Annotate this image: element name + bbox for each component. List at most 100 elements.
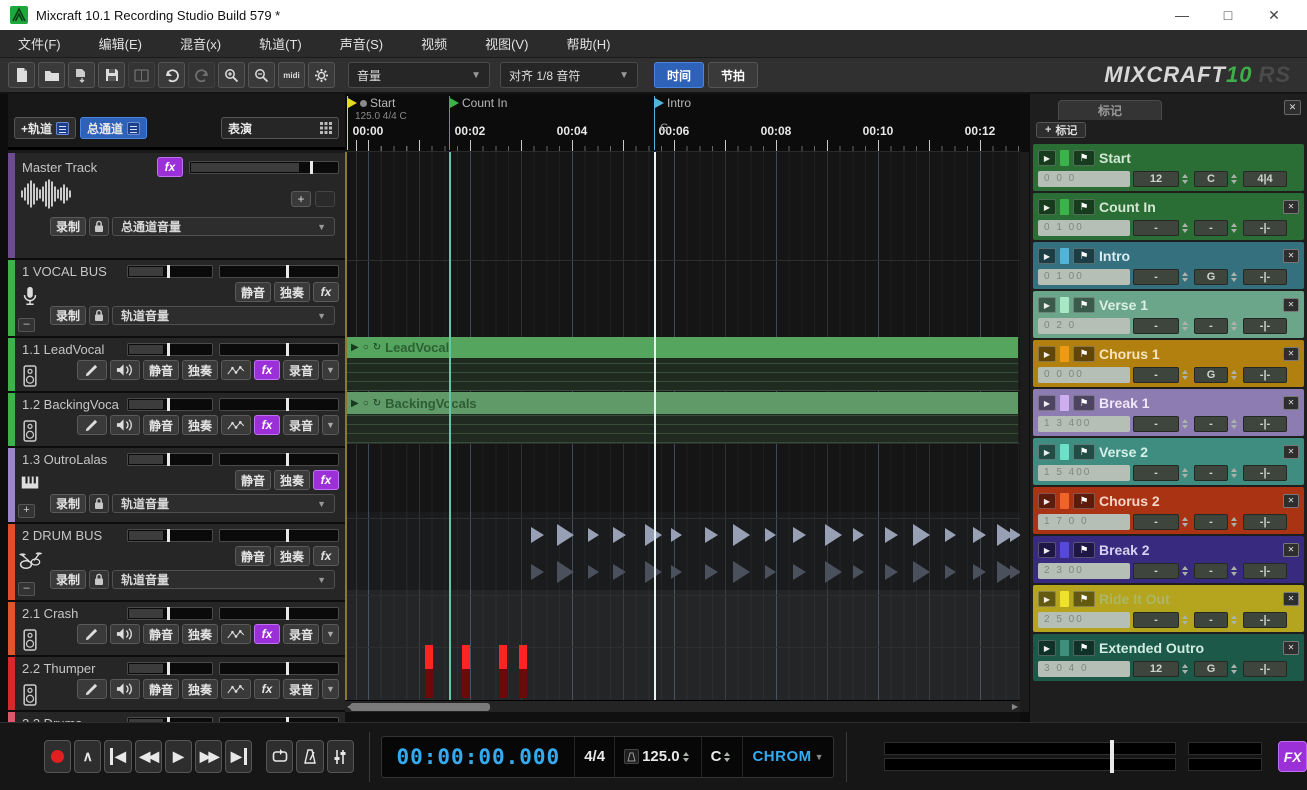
marker-tempo-value[interactable]: - (1133, 416, 1179, 432)
lock-button[interactable] (89, 494, 109, 513)
marker-card-intro[interactable]: ▶⚑Intro✕0 1 00-G-|- (1033, 242, 1304, 289)
key-spinner[interactable] (724, 752, 733, 762)
marker-play-button[interactable]: ▶ (1038, 346, 1056, 362)
marker-signature-value[interactable]: -|- (1243, 514, 1287, 530)
solo-button[interactable]: 独奏 (274, 470, 310, 490)
new-project-button[interactable] (8, 62, 35, 88)
master-fx-button[interactable]: fx (157, 157, 183, 177)
marker-play-button[interactable]: ▶ (1038, 591, 1056, 607)
menu-item-4[interactable]: 声音(S) (340, 34, 383, 53)
marker-time-field[interactable]: 0 0 0 (1038, 171, 1130, 187)
marker-key-spinner[interactable] (1231, 223, 1240, 233)
fx-button[interactable]: fx (313, 282, 339, 302)
track-volume-slider[interactable] (127, 343, 213, 356)
time-display[interactable]: 00:00:00.000 (382, 745, 574, 769)
menu-item-1[interactable]: 编辑(E) (99, 34, 142, 53)
marker-key-spinner[interactable] (1231, 468, 1240, 478)
marker-key-value[interactable]: - (1194, 318, 1228, 334)
menu-item-0[interactable]: 文件(F) (18, 34, 61, 53)
record-button[interactable] (44, 740, 71, 773)
track-thumper[interactable]: 2.2 Thumper静音独奏fx录音▼ (8, 657, 345, 710)
marker-delete-button[interactable]: ✕ (1283, 347, 1299, 361)
menu-item-2[interactable]: 混音(x) (180, 34, 221, 53)
marker-flag-button[interactable]: ⚑ (1073, 297, 1095, 313)
scroll-right-arrow[interactable]: ▶ (1010, 701, 1020, 713)
bus-volume-slider[interactable] (127, 529, 213, 542)
slider-thumb[interactable] (310, 161, 313, 174)
track-volume-slider[interactable] (127, 398, 213, 411)
marker-tempo-value[interactable]: - (1133, 612, 1179, 628)
fx-button[interactable]: fx (254, 360, 280, 380)
monitor-button[interactable] (110, 624, 140, 644)
marker-play-button[interactable]: ▶ (1038, 150, 1056, 166)
fx-button[interactable]: fx (254, 679, 280, 699)
marker-tempo-spinner[interactable] (1182, 272, 1191, 282)
marker-tempo-spinner[interactable] (1182, 664, 1191, 674)
mute-button[interactable]: 静音 (143, 679, 179, 699)
ruler-marker-intro[interactable]: Intro (655, 96, 691, 110)
marker-signature-value[interactable]: -|- (1243, 220, 1287, 236)
marker-card-chorus-2[interactable]: ▶⚑Chorus 2✕1 7 0 0---|- (1033, 487, 1304, 534)
slider-thumb[interactable] (286, 343, 289, 356)
mute-button[interactable]: 静音 (235, 546, 271, 566)
markers-panel-close-button[interactable]: ✕ (1284, 100, 1301, 115)
marker-time-field[interactable]: 0 2 0 (1038, 318, 1130, 334)
record-enable-button[interactable]: 录制 (50, 494, 86, 513)
marker-key-spinner[interactable] (1231, 419, 1240, 429)
marker-time-field[interactable]: 0 1 00 (1038, 220, 1130, 236)
marker-play-button[interactable]: ▶ (1038, 444, 1056, 460)
marker-key-spinner[interactable] (1231, 321, 1240, 331)
monitor-button[interactable] (110, 360, 140, 380)
marker-color-swatch[interactable] (1060, 346, 1069, 362)
slider-thumb[interactable] (286, 398, 289, 411)
marker-play-button[interactable]: ▶ (1038, 493, 1056, 509)
marker-tempo-value[interactable]: 12 (1133, 661, 1179, 677)
solo-button[interactable]: 独奏 (182, 679, 218, 699)
marker-key-value[interactable]: G (1194, 367, 1228, 383)
beat-mode-button[interactable]: 节拍 (708, 62, 758, 88)
marker-card-count-in[interactable]: ▶⚑Count In✕0 1 00---|- (1033, 193, 1304, 240)
track-crash[interactable]: 2.1 Crash静音独奏fx录音▼ (8, 602, 345, 655)
mute-button[interactable]: 静音 (143, 360, 179, 380)
time-signature[interactable]: 4/4 (574, 737, 614, 777)
marker-key-value[interactable]: C (1194, 171, 1228, 187)
marker-tempo-spinner[interactable] (1182, 615, 1191, 625)
marker-key-value[interactable]: - (1194, 563, 1228, 579)
import-button[interactable] (68, 62, 95, 88)
perform-button[interactable]: 表演 (221, 117, 339, 139)
arm-options-caret[interactable]: ▼ (322, 624, 339, 644)
arm-record-button[interactable]: 录音 (283, 679, 319, 699)
marker-flag-button[interactable]: ⚑ (1073, 248, 1095, 264)
tempo-spinner[interactable] (683, 752, 692, 762)
marker-time-field[interactable]: 2 5 00 (1038, 612, 1130, 628)
slider-thumb[interactable] (286, 265, 289, 278)
marker-tempo-value[interactable]: - (1133, 367, 1179, 383)
marker-time-field[interactable]: 1 7 0 0 (1038, 514, 1130, 530)
add-track-button[interactable]: +轨道 (14, 117, 76, 139)
solo-button[interactable]: 独奏 (182, 360, 218, 380)
maximize-button[interactable]: □ (1205, 7, 1251, 23)
marker-tempo-value[interactable]: - (1133, 465, 1179, 481)
marker-tempo-spinner[interactable] (1182, 419, 1191, 429)
marker-key-spinner[interactable] (1231, 664, 1240, 674)
marker-key-spinner[interactable] (1231, 370, 1240, 380)
midi-button[interactable]: midi (278, 62, 305, 88)
marker-flag-button[interactable]: ⚑ (1073, 493, 1095, 509)
solo-button[interactable]: 独奏 (182, 415, 218, 435)
punch-button[interactable]: ∧ (74, 740, 101, 773)
marker-tempo-value[interactable]: 12 (1133, 171, 1179, 187)
lock-button[interactable] (89, 217, 109, 236)
automation-button[interactable] (221, 624, 251, 644)
marker-time-field[interactable]: 0 0 00 (1038, 367, 1130, 383)
marker-delete-button[interactable]: ✕ (1283, 298, 1299, 312)
fast-forward-button[interactable]: ▶▶ (195, 740, 222, 773)
track-drum-bus[interactable]: 2 DRUM BUS静音独奏fx录制轨道音量▼– (8, 524, 345, 600)
audio-clip-leadvocal[interactable]: ▶○↻LeadVocal (347, 337, 1018, 391)
clip-lock-icon[interactable]: ○ (363, 342, 369, 353)
audio-clip-backingvocals[interactable]: ▶○↻BackingVocals (347, 392, 1018, 443)
track-pan-slider[interactable] (219, 662, 339, 675)
marker-flag-button[interactable]: ⚑ (1073, 199, 1095, 215)
marker-key-value[interactable]: - (1194, 514, 1228, 530)
arm-options-caret[interactable]: ▼ (322, 415, 339, 435)
marker-key-value[interactable]: - (1194, 220, 1228, 236)
